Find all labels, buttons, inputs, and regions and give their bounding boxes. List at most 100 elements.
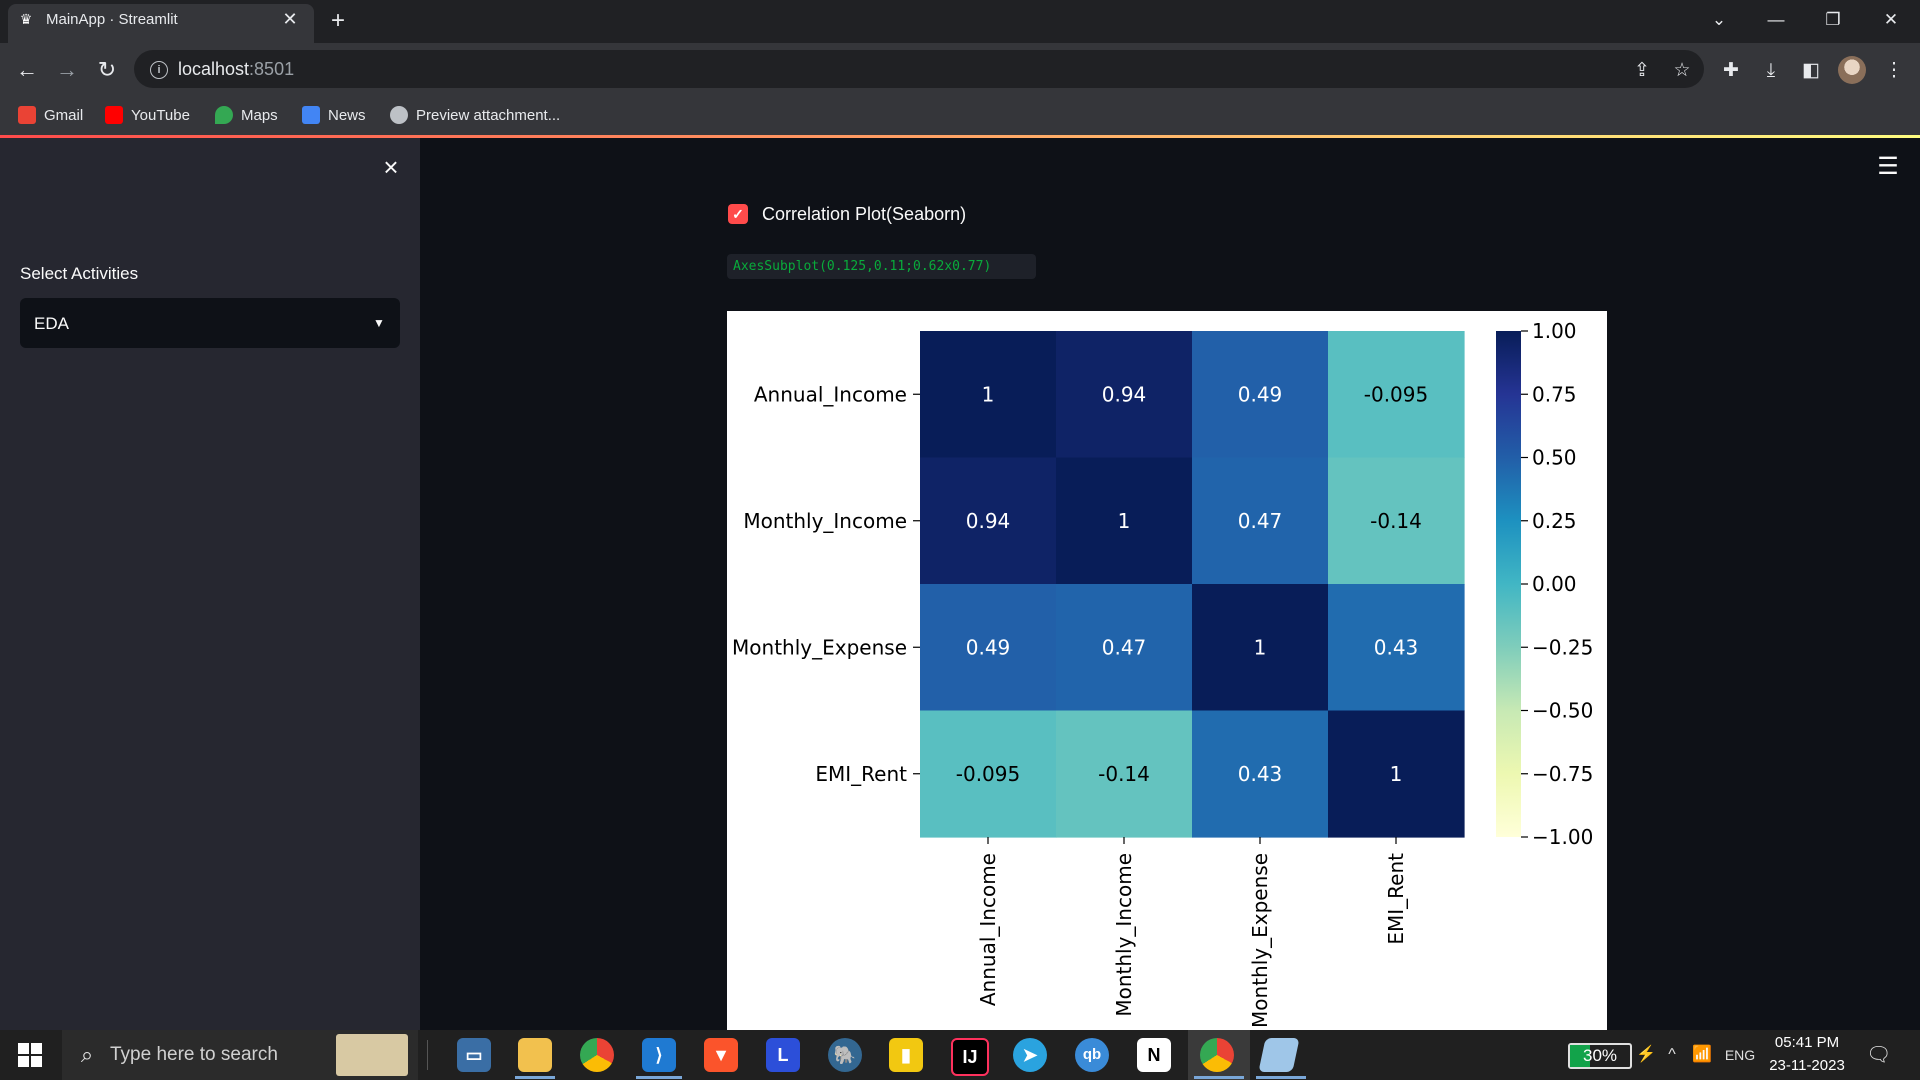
globe-icon [390, 106, 408, 124]
colorbar [1496, 331, 1521, 837]
intellij-icon[interactable]: IJ [951, 1038, 989, 1076]
qbittorrent-icon[interactable]: qb [1075, 1038, 1109, 1072]
y-tick-label: EMI_Rent [815, 762, 907, 786]
power-plug-icon[interactable]: ⚡ [1636, 1044, 1656, 1066]
chrome-active-indicator [1194, 1076, 1244, 1079]
brave-icon[interactable]: ▼ [704, 1038, 738, 1072]
heatmap-cell-label: 0.47 [1102, 635, 1147, 659]
notification-center-icon[interactable]: 🗨 [1866, 1044, 1891, 1066]
notion-icon[interactable]: N [1137, 1038, 1171, 1072]
caret-down-icon: ▼ [373, 316, 385, 330]
y-tick-label: Monthly_Expense [732, 635, 907, 659]
telegram-icon[interactable]: ➤ [1013, 1038, 1047, 1072]
postgres-icon[interactable]: 🐘 [828, 1038, 862, 1072]
tab-title: MainApp · Streamlit [46, 11, 178, 28]
clock-date[interactable]: 23-11-2023 [1764, 1057, 1850, 1075]
correlation-heatmap: 1 0.94 0.49 -0.095 0.94 1 0.47 -0.14 0.49 0.47 1 0.… [732, 319, 1593, 1028]
site-info-icon[interactable]: i [150, 61, 168, 79]
bookmark-preview[interactable]: Preview attachment... [390, 103, 560, 127]
profile-avatar[interactable] [1838, 56, 1866, 84]
bookmark-star-icon[interactable]: ☆ [1668, 57, 1696, 85]
correlation-plot-checkbox[interactable]: ✓ [728, 204, 748, 224]
forward-icon[interactable]: → [52, 55, 82, 85]
bookmark-gmail[interactable]: Gmail [18, 103, 83, 127]
minimize-icon[interactable]: — [1756, 6, 1796, 34]
reload-icon[interactable]: ↻ [92, 55, 122, 85]
colorbar-tick-label: 1.00 [1532, 319, 1577, 343]
folder-icon[interactable] [518, 1038, 552, 1072]
heatmap-cell-label: 0.49 [966, 635, 1011, 659]
select-activities-label: Select Activities [20, 264, 139, 283]
tab-close-icon[interactable]: ✕ [280, 9, 300, 29]
clock-time[interactable]: 05:41 PM [1772, 1034, 1842, 1052]
heatmap-cell-label: 0.94 [966, 509, 1011, 533]
folder-active-indicator [515, 1076, 555, 1079]
colorbar-tick-label: 0.00 [1532, 572, 1577, 596]
address-bar[interactable] [134, 50, 1704, 88]
heatmap-cell-label: -0.14 [1098, 762, 1150, 786]
bookmark-news[interactable]: News [302, 103, 366, 127]
code-output-text: AxesSubplot(0.125,0.11;0.62x0.77) [733, 259, 992, 274]
news-icon [302, 106, 320, 124]
tab-search-chevron-icon[interactable]: ⌄ [1699, 6, 1739, 34]
downloads-icon[interactable]: ⤓ [1757, 57, 1785, 85]
colorbar-tick-label: −0.25 [1532, 635, 1593, 659]
x-tick-label: Annual_Income [976, 853, 1000, 1006]
maps-icon [215, 106, 233, 124]
search-highlight-image [336, 1034, 408, 1076]
back-icon[interactable]: ← [12, 55, 42, 85]
taskbar-divider [427, 1040, 428, 1070]
activities-select-value: EDA [34, 314, 69, 333]
x-tick-label: Monthly_Expense [1248, 853, 1272, 1028]
heatmap-cell-label: 1 [982, 382, 995, 406]
x-tick-label: EMI_Rent [1384, 853, 1408, 945]
close-window-icon[interactable]: ✕ [1871, 6, 1911, 34]
heatmap-cell-label: 1 [1118, 509, 1131, 533]
main-menu-icon[interactable]: ☰ [1876, 155, 1900, 179]
share-icon[interactable]: ⇪ [1628, 57, 1656, 85]
streamlit-favicon-icon: ♛ [19, 11, 33, 27]
x-tick-label: Monthly_Income [1112, 853, 1136, 1017]
vscode-active-indicator [636, 1076, 682, 1079]
y-tick-label: Monthly_Income [743, 509, 907, 533]
new-tab-icon[interactable]: + [326, 8, 350, 34]
heatmap-cell-label: -0.095 [1364, 382, 1428, 406]
bookmarks-bar [0, 95, 1920, 135]
windows-start-icon[interactable] [18, 1043, 42, 1067]
powerbi-icon[interactable]: ▮ [889, 1038, 923, 1072]
extensions-icon[interactable]: ✚ [1717, 57, 1745, 85]
language-indicator[interactable]: ENG [1722, 1044, 1758, 1066]
colorbar-tick-label: 0.75 [1532, 382, 1577, 406]
file-manager-icon[interactable]: ▭ [457, 1038, 491, 1072]
restore-icon[interactable]: ❐ [1813, 6, 1853, 34]
y-tick-label: Annual_Income [754, 382, 907, 406]
sidebar-close-icon[interactable]: × [378, 154, 404, 180]
heatmap-cell-label: 1 [1254, 635, 1267, 659]
l-app-icon[interactable]: L [766, 1038, 800, 1072]
vscode-icon[interactable]: ⟩ [642, 1038, 676, 1072]
side-panel-icon[interactable]: ◧ [1797, 57, 1825, 85]
battery-percent: 30% [1582, 1046, 1618, 1065]
colorbar-tick-label: −0.50 [1532, 699, 1593, 723]
heatmap-cell-label: 0.49 [1238, 382, 1283, 406]
url-text: localhost:8501 [178, 59, 295, 79]
chrome-active-icon[interactable] [1200, 1038, 1234, 1072]
wifi-icon[interactable]: 📶 [1690, 1044, 1714, 1066]
tray-chevron-icon[interactable]: ^ [1662, 1044, 1682, 1066]
colorbar-tick-label: −1.00 [1532, 825, 1593, 849]
youtube-icon [105, 106, 123, 124]
correlation-plot-checkbox-label[interactable]: Correlation Plot(Seaborn) [762, 203, 966, 225]
chrome-icon[interactable] [580, 1038, 614, 1072]
activities-select[interactable] [20, 298, 400, 348]
bookmark-maps[interactable]: Maps [215, 103, 278, 127]
heatmap-cell-label: -0.14 [1370, 509, 1422, 533]
chrome-menu-icon[interactable]: ⋮ [1880, 57, 1908, 85]
search-icon: ⌕ [80, 1042, 94, 1067]
bookmark-youtube[interactable]: YouTube [105, 103, 190, 127]
heatmap-cell-label: 0.43 [1374, 635, 1419, 659]
colorbar-tick-label: 0.50 [1532, 446, 1577, 470]
heatmap-cell-label: 0.47 [1238, 509, 1283, 533]
colorbar-tick-label: −0.75 [1532, 762, 1593, 786]
app-active-indicator [1256, 1076, 1306, 1079]
taskbar-search-placeholder: Type here to search [110, 1044, 278, 1065]
